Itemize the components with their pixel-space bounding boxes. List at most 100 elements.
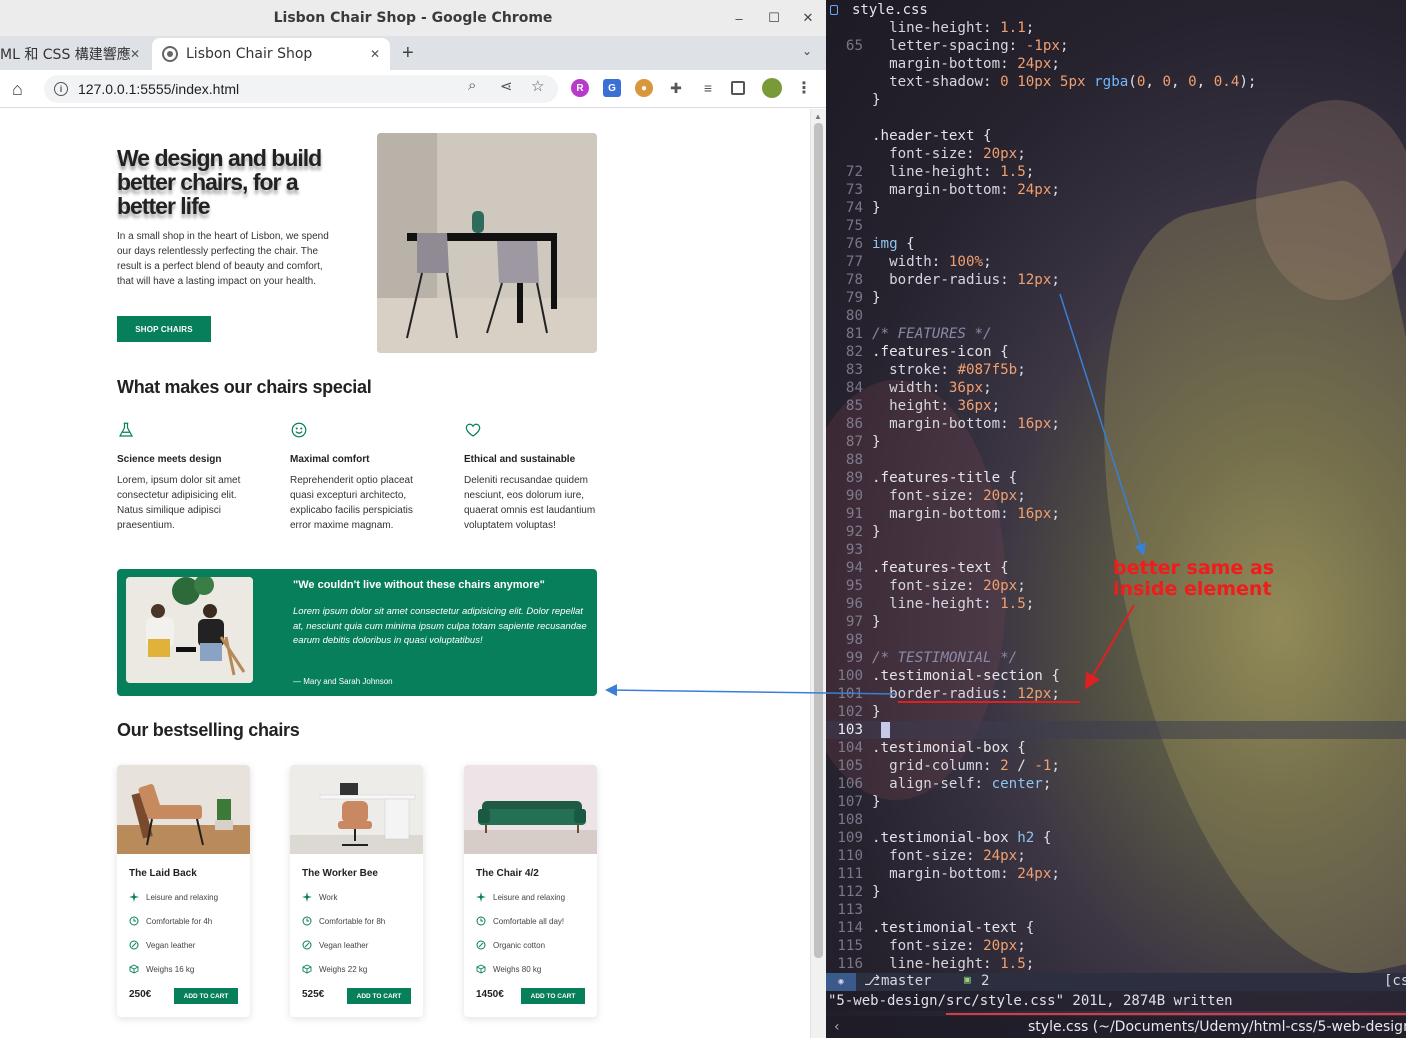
feature-title: Science meets design xyxy=(117,454,222,465)
scrollbar-thumb[interactable] xyxy=(814,123,823,958)
filetype-indicator: [cs xyxy=(1384,973,1406,989)
chevron-left-icon[interactable]: ‹ xyxy=(834,1019,840,1035)
window-title: Lisbon Chair Shop - Google Chrome xyxy=(273,10,553,26)
attribute-row: Weighs 16 kg xyxy=(129,964,194,974)
testimonial-text: Lorem ipsum dolor sit amet consectetur a… xyxy=(293,606,587,647)
heart-icon xyxy=(465,423,481,437)
feature-text: Reprehenderit optio placeat quasi except… xyxy=(290,475,413,531)
product-image xyxy=(290,765,423,854)
attribute-row: Leisure and relaxing xyxy=(129,892,218,902)
zoom-icon[interactable]: ⌕ xyxy=(468,77,476,94)
tab-lisbon-chair-shop[interactable]: Lisbon Chair Shop ✕ xyxy=(152,38,390,70)
menu-icon[interactable]: ⋮ xyxy=(795,79,813,97)
product-name: The Worker Bee xyxy=(302,868,378,879)
product-image xyxy=(464,765,597,854)
chevron-down-icon[interactable]: ⌄ xyxy=(802,44,812,58)
extension-icon[interactable]: R xyxy=(571,79,589,97)
product-card: The Worker Bee Work Comfortable for 8h V… xyxy=(290,765,423,1017)
feature-ethical: Ethical and sustainable Deleniti recusan… xyxy=(464,421,598,533)
attribute-row: Leisure and relaxing xyxy=(476,892,565,902)
smile-icon xyxy=(291,422,307,438)
features-title: What makes our chairs special xyxy=(117,377,372,397)
shop-chairs-button[interactable]: SHOP CHAIRS xyxy=(117,316,211,342)
tab-html-css[interactable]: ML 和 CSS 構建響應 ✕ xyxy=(0,38,150,70)
attribute-text: Work xyxy=(319,892,338,902)
browser-window: Lisbon Chair Shop - Google Chrome – ☐ ✕ … xyxy=(0,0,826,1038)
favicon-icon xyxy=(162,46,178,62)
page-scrollbar[interactable]: ▲ xyxy=(810,109,826,1038)
code-editor: style.css line-height: 1.1; 65 letter-sp… xyxy=(826,0,1406,1038)
attribute-text: Organic cotton xyxy=(493,940,546,950)
url-text: 127.0.0.1:5555/index.html xyxy=(78,81,240,97)
close-window-button[interactable]: ✕ xyxy=(791,0,825,36)
share-icon[interactable]: ⋖ xyxy=(500,77,513,95)
add-to-cart-button[interactable]: ADD TO CART xyxy=(521,988,585,1004)
attribute-text: Vegan leather xyxy=(146,940,196,950)
page-viewport: We design and build better chairs, for a… xyxy=(0,109,810,1038)
attribute-text: Weighs 80 kg xyxy=(493,964,542,974)
sparkle-icon xyxy=(476,892,486,902)
attribute-row: Comfortable for 4h xyxy=(129,916,212,926)
feature-text: Deleniti recusandae quidem nesciunt, eos… xyxy=(464,475,596,531)
attribute-row: Weighs 80 kg xyxy=(476,964,541,974)
maximize-button[interactable]: ☐ xyxy=(757,0,791,36)
product-price: 1450€ xyxy=(476,989,504,1000)
attribute-row: Comfortable all day! xyxy=(476,916,564,926)
attribute-text: Weighs 16 kg xyxy=(146,964,195,974)
status-line: ◉ ⎇ master ▣ 2 [cs xyxy=(826,973,1406,991)
media-icon[interactable]: ≡ xyxy=(699,79,717,97)
attribute-row: Weighs 22 kg xyxy=(302,964,367,974)
branch-name: master xyxy=(881,973,932,989)
bestsellers-title: Our bestselling chairs xyxy=(117,720,300,740)
attribute-text: Comfortable for 8h xyxy=(319,916,386,926)
close-tab-icon[interactable]: ✕ xyxy=(370,47,380,61)
feature-title: Ethical and sustainable xyxy=(464,454,576,465)
sparkle-icon xyxy=(302,892,312,902)
scroll-up-icon[interactable]: ▲ xyxy=(814,112,822,121)
sidepanel-icon[interactable] xyxy=(731,81,745,95)
bookmark-star-icon[interactable]: ☆ xyxy=(531,77,544,95)
home-icon[interactable]: ⌂ xyxy=(12,79,23,100)
attribute-row: Vegan leather xyxy=(129,940,195,950)
leaf-icon xyxy=(129,940,139,950)
avatar[interactable] xyxy=(762,78,782,98)
attribute-row: Work xyxy=(302,892,338,902)
hero-title: We design and build better chairs, for a… xyxy=(117,145,322,220)
attribute-row: Comfortable for 8h xyxy=(302,916,385,926)
clock-icon xyxy=(476,916,486,926)
leaf-icon xyxy=(302,940,312,950)
command-message: "5-web-design/src/style.css" 201L, 2874B… xyxy=(826,991,1406,1011)
feature-science: Science meets design Lorem, ipsum dolor … xyxy=(117,421,251,533)
attribute-text: Vegan leather xyxy=(319,940,369,950)
feature-title: Maximal comfort xyxy=(290,454,370,465)
cookie-icon[interactable]: ● xyxy=(635,79,653,97)
new-tab-button[interactable]: + xyxy=(402,42,414,65)
minimize-button[interactable]: – xyxy=(722,0,756,36)
close-tab-icon[interactable]: ✕ xyxy=(130,47,140,61)
product-card: The Chair 4/2 Leisure and relaxing Comfo… xyxy=(464,765,597,1017)
attribute-row: Vegan leather xyxy=(302,940,368,950)
add-to-cart-button[interactable]: ADD TO CART xyxy=(347,988,411,1004)
translate-icon[interactable]: G xyxy=(603,79,621,97)
testimonial-title: "We couldn't live without these chairs a… xyxy=(293,579,545,591)
leaf-icon xyxy=(476,940,486,950)
tab-label: Lisbon Chair Shop xyxy=(186,46,313,62)
file-name: style.css xyxy=(852,2,928,18)
editor-file-tab[interactable]: style.css xyxy=(830,0,928,20)
attribute-text: Comfortable for 4h xyxy=(146,916,213,926)
git-branch-icon: ⎇ xyxy=(864,973,881,989)
puzzle-icon[interactable]: ✚ xyxy=(667,79,685,97)
attribute-text: Comfortable all day! xyxy=(493,916,565,926)
hero-text: In a small shop in the heart of Lisbon, … xyxy=(117,231,329,287)
clock-icon xyxy=(129,916,139,926)
attribute-text: Leisure and relaxing xyxy=(146,892,219,902)
url-input[interactable]: i 127.0.0.1:5555/index.html xyxy=(44,75,558,103)
address-bar: ⌂ i 127.0.0.1:5555/index.html ⌕ ⋖ ☆ R G … xyxy=(0,70,826,108)
product-price: 250€ xyxy=(129,989,152,1000)
flask-icon xyxy=(118,422,134,437)
text-cursor xyxy=(881,722,890,738)
code-lines[interactable]: line-height: 1.1; 65 letter-spacing: -1p… xyxy=(826,1,1406,973)
attribute-text: Weighs 22 kg xyxy=(319,964,368,974)
info-icon[interactable]: i xyxy=(54,82,68,96)
add-to-cart-button[interactable]: ADD TO CART xyxy=(174,988,238,1004)
